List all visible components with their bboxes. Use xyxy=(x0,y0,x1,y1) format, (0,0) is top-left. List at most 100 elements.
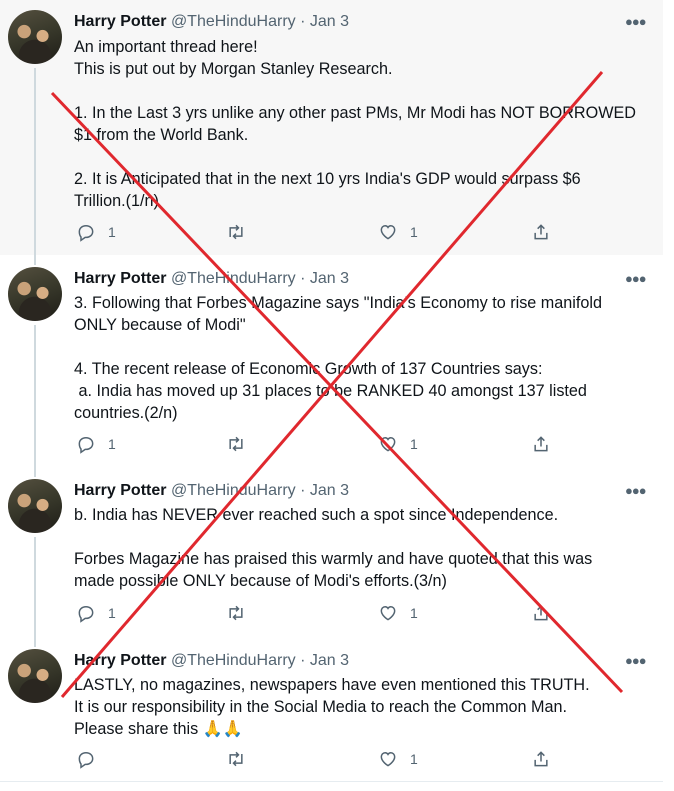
more-icon[interactable]: ●●● xyxy=(625,653,647,668)
more-icon[interactable]: ●●● xyxy=(625,483,647,498)
tweet-date[interactable]: Jan 3 xyxy=(310,482,349,499)
tweet-date[interactable]: Jan 3 xyxy=(310,652,349,669)
tweet-date[interactable]: Jan 3 xyxy=(310,270,349,287)
tweet-actions: 1 xyxy=(74,749,574,773)
tweet-text: b. India has NEVER ever reached such a s… xyxy=(74,504,649,592)
tweet-line: 1. In the Last 3 yrs unlike any other pa… xyxy=(74,104,636,122)
author-name[interactable]: Harry Potter xyxy=(74,13,166,30)
like-count: 1 xyxy=(410,436,418,452)
reply-count: 1 xyxy=(108,605,116,621)
share-button[interactable] xyxy=(531,434,551,454)
tweet-line: LASTLY, no magazines, newspapers have ev… xyxy=(74,676,590,694)
more-icon[interactable]: ●●● xyxy=(625,271,647,286)
tweet-text: LASTLY, no magazines, newspapers have ev… xyxy=(74,674,649,740)
thread-line xyxy=(34,325,36,467)
tweet-line: Trillion.(1/n) xyxy=(74,192,159,210)
retweet-button[interactable] xyxy=(226,749,246,769)
tweet-line: countries.(2/n) xyxy=(74,404,178,422)
tweet-2[interactable]: Harry Potter @TheHinduHarry · Jan 3 ●●● … xyxy=(0,255,663,467)
reply-count: 1 xyxy=(108,436,116,452)
tweet-line: a. India has moved up 31 places to be RA… xyxy=(74,382,587,400)
more-icon[interactable]: ●●● xyxy=(625,14,647,29)
reply-icon xyxy=(78,436,94,454)
tweet-line xyxy=(74,80,649,102)
tweet-header: Harry Potter @TheHinduHarry · Jan 3 xyxy=(74,13,349,31)
avatar[interactable] xyxy=(8,479,62,533)
share-button[interactable] xyxy=(531,603,551,623)
reply-icon xyxy=(78,605,94,623)
bottom-divider xyxy=(0,781,663,782)
thread-line xyxy=(34,537,36,637)
tweet-text: 3. Following that Forbes Magazine says "… xyxy=(74,292,649,424)
avatar[interactable] xyxy=(8,267,62,321)
retweet-icon xyxy=(229,605,243,621)
avatar[interactable] xyxy=(8,649,62,703)
tweet-line: Please share this 🙏🙏 xyxy=(74,720,243,738)
thread-line xyxy=(34,255,36,265)
tweet-line: ONLY because of Modi" xyxy=(74,316,246,334)
retweet-button[interactable] xyxy=(226,434,246,454)
author-name[interactable]: Harry Potter xyxy=(74,482,166,499)
like-count: 1 xyxy=(410,751,418,767)
reply-button[interactable]: 1 xyxy=(76,222,116,242)
reply-count: 1 xyxy=(108,224,116,240)
reply-button[interactable]: 1 xyxy=(76,434,116,454)
tweet-header: Harry Potter @TheHinduHarry · Jan 3 xyxy=(74,652,349,670)
separator: · xyxy=(300,270,306,287)
like-count: 1 xyxy=(410,605,418,621)
reply-button[interactable]: 1 xyxy=(76,603,116,623)
tweet-line: Forbes Magazine has praised this warmly … xyxy=(74,550,593,568)
tweet-header: Harry Potter @TheHinduHarry · Jan 3 xyxy=(74,270,349,288)
tweet-line xyxy=(74,526,649,548)
tweet-line: $1 from the World Bank. xyxy=(74,126,249,144)
reply-icon xyxy=(78,224,94,242)
tweet-line: b. India has NEVER ever reached such a s… xyxy=(74,506,559,524)
like-button[interactable]: 1 xyxy=(378,603,418,623)
author-handle[interactable]: @TheHinduHarry xyxy=(171,13,296,30)
thread-line xyxy=(34,637,36,647)
author-name[interactable]: Harry Potter xyxy=(74,652,166,669)
tweet-1[interactable]: Harry Potter @TheHinduHarry · Jan 3 ●●● … xyxy=(0,0,663,255)
like-button[interactable]: 1 xyxy=(378,222,418,242)
like-button[interactable]: 1 xyxy=(378,434,418,454)
like-icon xyxy=(380,605,396,621)
separator: · xyxy=(300,13,306,30)
share-button[interactable] xyxy=(531,222,551,242)
share-icon xyxy=(534,436,548,452)
tweet-line: It is our responsibility in the Social M… xyxy=(74,698,568,716)
share-icon xyxy=(534,605,548,621)
like-icon xyxy=(380,751,396,767)
separator: · xyxy=(300,652,306,669)
tweet-actions: 1 1 xyxy=(74,434,574,458)
tweet-line xyxy=(74,336,649,358)
tweet-line: This is put out by Morgan Stanley Resear… xyxy=(74,60,393,78)
reply-icon xyxy=(78,751,94,769)
tweet-4[interactable]: Harry Potter @TheHinduHarry · Jan 3 ●●● … xyxy=(0,637,663,781)
tweet-line xyxy=(74,146,649,168)
like-icon xyxy=(380,224,396,240)
retweet-button[interactable] xyxy=(226,603,246,623)
like-icon xyxy=(380,436,396,452)
retweet-button[interactable] xyxy=(226,222,246,242)
tweet-header: Harry Potter @TheHinduHarry · Jan 3 xyxy=(74,482,349,500)
tweet-3[interactable]: Harry Potter @TheHinduHarry · Jan 3 ●●● … xyxy=(0,467,663,637)
author-handle[interactable]: @TheHinduHarry xyxy=(171,482,296,499)
tweet-text: An important thread here! This is put ou… xyxy=(74,36,649,212)
avatar[interactable] xyxy=(8,10,62,64)
share-button[interactable] xyxy=(531,749,551,769)
author-name[interactable]: Harry Potter xyxy=(74,270,166,287)
thread-line xyxy=(34,68,36,255)
author-handle[interactable]: @TheHinduHarry xyxy=(171,652,296,669)
share-icon xyxy=(534,751,548,767)
like-count: 1 xyxy=(410,224,418,240)
retweet-icon xyxy=(229,751,243,767)
separator: · xyxy=(300,482,306,499)
thread-line xyxy=(34,467,36,477)
like-button[interactable]: 1 xyxy=(378,749,418,769)
tweet-actions: 1 1 xyxy=(74,222,574,246)
reply-button[interactable] xyxy=(76,749,96,769)
tweet-date[interactable]: Jan 3 xyxy=(310,13,349,30)
tweet-line: made possible ONLY because of Modi's eff… xyxy=(74,572,447,590)
author-handle[interactable]: @TheHinduHarry xyxy=(171,270,296,287)
tweet-line: 3. Following that Forbes Magazine says "… xyxy=(74,294,602,312)
